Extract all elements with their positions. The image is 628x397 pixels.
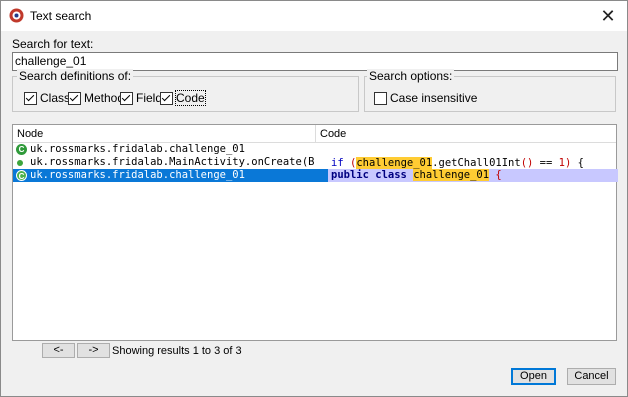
class-icon: C [16, 144, 27, 155]
method-checkbox[interactable]: Method [68, 91, 124, 105]
prev-page-button[interactable]: <- [42, 343, 75, 358]
class-checkbox-label: Class [40, 91, 71, 105]
definitions-legend: Search definitions of: [17, 69, 134, 83]
checkbox-checked-icon [24, 91, 37, 105]
jadx-app-icon [9, 8, 24, 23]
code-column-header[interactable]: Code [316, 125, 616, 143]
checkbox-unchecked-icon [374, 91, 387, 105]
results-status: Showing results 1 to 3 of 3 [112, 345, 242, 357]
row-code [328, 143, 618, 156]
checkbox-checked-icon [68, 91, 81, 105]
next-page-button[interactable]: -> [77, 343, 110, 358]
field-checkbox[interactable]: Field [120, 91, 162, 105]
open-button[interactable]: Open [511, 368, 556, 385]
text-search-dialog: Text search ✕ Search for text: challenge… [0, 0, 628, 397]
table-row[interactable]: C uk.rossmarks.fridalab.challenge_01 [13, 143, 616, 156]
method-checkbox-label: Method [84, 91, 125, 105]
title-bar: Text search ✕ [1, 1, 627, 31]
row-node: uk.rossmarks.fridalab.challenge_01 [30, 169, 245, 181]
method-icon [17, 160, 23, 166]
search-label: Search for text: [12, 37, 94, 51]
table-row[interactable]: uk.rossmarks.fridalab.MainActivity.onCre… [13, 156, 616, 169]
class-checkbox[interactable]: Class [24, 91, 70, 105]
class-icon: C [16, 170, 27, 181]
options-legend: Search options: [367, 69, 455, 83]
cancel-button[interactable]: Cancel [567, 368, 616, 385]
table-row-selected[interactable]: C uk.rossmarks.fridalab.challenge_01 pub… [13, 169, 618, 182]
field-checkbox-label: Field [136, 91, 163, 105]
row-code: public class challenge_01 { [328, 169, 618, 182]
code-checkbox-label: Code [175, 90, 206, 106]
options-group: Search options: Case insensitive [364, 69, 616, 112]
case-insensitive-label: Case insensitive [390, 91, 478, 105]
code-checkbox[interactable]: Code [160, 90, 206, 106]
row-node: uk.rossmarks.fridalab.challenge_01 [30, 143, 245, 155]
results-table[interactable]: Node Code C uk.rossmarks.fridalab.challe… [12, 124, 618, 341]
checkbox-checked-icon [160, 91, 173, 105]
close-icon[interactable]: ✕ [597, 5, 619, 27]
row-node: uk.rossmarks.fridalab.MainActivity.onCre… [30, 156, 315, 168]
case-insensitive-checkbox[interactable]: Case insensitive [374, 91, 477, 105]
definitions-group: Search definitions of: Class Method Fiel… [12, 69, 359, 112]
node-column-header[interactable]: Node [13, 125, 316, 143]
checkbox-checked-icon [120, 91, 133, 105]
window-title: Text search [30, 9, 92, 23]
